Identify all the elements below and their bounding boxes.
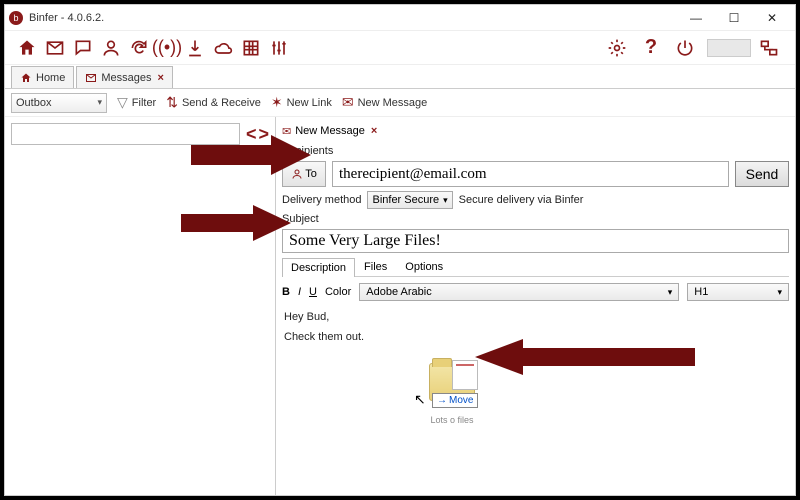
grid-icon[interactable]	[239, 36, 263, 60]
arrow-right-icon: →	[437, 395, 447, 406]
body-line: Check them out.	[284, 331, 787, 343]
dropped-folder[interactable]: ↖ → Move Lots o files	[422, 363, 482, 425]
download-icon[interactable]	[183, 36, 207, 60]
broadcast-icon[interactable]: ((•))	[155, 36, 179, 60]
app-version: 4.0.6.2.	[68, 12, 105, 24]
new-link-label: New Link	[287, 97, 332, 109]
close-button[interactable]: ✕	[761, 9, 783, 27]
heading-value: H1	[694, 286, 708, 298]
chevron-down-icon: ▾	[777, 287, 782, 298]
next-button[interactable]: >	[258, 124, 269, 145]
status-slot	[707, 39, 751, 57]
recipients-input[interactable]	[332, 161, 729, 187]
tuning-icon[interactable]	[267, 36, 291, 60]
subtab-description[interactable]: Description	[282, 258, 355, 277]
sync-icon: ⇅	[166, 94, 178, 111]
font-value: Adobe Arabic	[366, 286, 431, 298]
chat-icon[interactable]	[71, 36, 95, 60]
drop-tooltip: → Move	[432, 393, 478, 408]
mailbox-select[interactable]: Outbox ▾	[11, 93, 107, 113]
compose-tab-label: New Message	[295, 125, 365, 137]
mailbox-value: Outbox	[16, 97, 51, 109]
heading-select[interactable]: H1 ▾	[687, 283, 789, 301]
network-icon[interactable]	[757, 36, 781, 60]
message-editor[interactable]: Hey Bud, Check them out. ↖ → Move Lots o…	[282, 307, 789, 489]
chevron-down-icon: ▾	[668, 287, 673, 298]
document-icon	[452, 360, 478, 390]
filter-label: Filter	[132, 97, 156, 109]
mail-icon[interactable]	[43, 36, 67, 60]
subtab-options[interactable]: Options	[396, 257, 452, 276]
maximize-button[interactable]: ☐	[723, 9, 745, 27]
help-icon[interactable]: ?	[639, 36, 663, 60]
window-title: Binfer - 4.0.6.2.	[29, 12, 104, 24]
minimize-button[interactable]: —	[685, 9, 707, 27]
bold-button[interactable]: B	[282, 286, 290, 298]
envelope-icon: ✉	[282, 125, 291, 138]
send-button[interactable]: Send	[735, 161, 789, 187]
subject-input[interactable]	[282, 229, 789, 253]
new-link-button[interactable]: ✶ New Link	[271, 94, 332, 111]
app-icon: b	[9, 11, 23, 25]
prev-button[interactable]: <	[246, 124, 257, 145]
tooltip-text: Move	[449, 395, 473, 406]
new-message-label: New Message	[358, 97, 428, 109]
user-icon[interactable]	[99, 36, 123, 60]
subtab-files[interactable]: Files	[355, 257, 396, 276]
to-label: To	[305, 168, 317, 180]
link-icon: ✶	[271, 94, 283, 111]
tab-label: Home	[36, 72, 65, 84]
new-message-button[interactable]: ✉ New Message	[342, 94, 427, 111]
delivery-label: Delivery method	[282, 194, 361, 206]
tab-home[interactable]: Home	[11, 66, 74, 88]
font-select[interactable]: Adobe Arabic ▾	[359, 283, 679, 301]
search-input[interactable]	[11, 123, 240, 145]
cloud-icon[interactable]	[211, 36, 235, 60]
send-receive-button[interactable]: ⇅ Send & Receive	[166, 94, 261, 111]
italic-button[interactable]: I	[298, 286, 301, 298]
close-icon[interactable]: ×	[371, 125, 377, 137]
tab-messages[interactable]: Messages ×	[76, 66, 173, 88]
underline-button[interactable]: U	[309, 286, 317, 298]
chevron-down-icon: ▾	[97, 97, 102, 108]
funnel-icon: ▽	[117, 94, 128, 111]
send-receive-label: Send & Receive	[182, 97, 261, 109]
body-line: Hey Bud,	[284, 311, 787, 323]
app-name: Binfer	[29, 12, 58, 24]
color-button[interactable]: Color	[325, 286, 351, 298]
subject-label: Subject	[282, 213, 789, 225]
chevron-down-icon: ▾	[443, 195, 448, 206]
home-icon[interactable]	[15, 36, 39, 60]
to-button[interactable]: To	[282, 161, 326, 187]
settings-icon[interactable]	[605, 36, 629, 60]
power-icon[interactable]	[673, 36, 697, 60]
delivery-desc: Secure delivery via Binfer	[459, 194, 584, 206]
delivery-method-select[interactable]: Binfer Secure ▾	[367, 191, 452, 209]
cursor-icon: ↖	[414, 391, 426, 408]
refresh-icon[interactable]	[127, 36, 151, 60]
envelope-icon: ✉	[342, 94, 354, 111]
filter-button[interactable]: ▽ Filter	[117, 94, 156, 111]
tab-close-icon[interactable]: ×	[157, 72, 163, 84]
delivery-value: Binfer Secure	[372, 194, 439, 206]
tab-label: Messages	[101, 72, 151, 84]
recipients-label: Recipients	[282, 145, 789, 157]
folder-label: Lots o files	[422, 415, 482, 425]
